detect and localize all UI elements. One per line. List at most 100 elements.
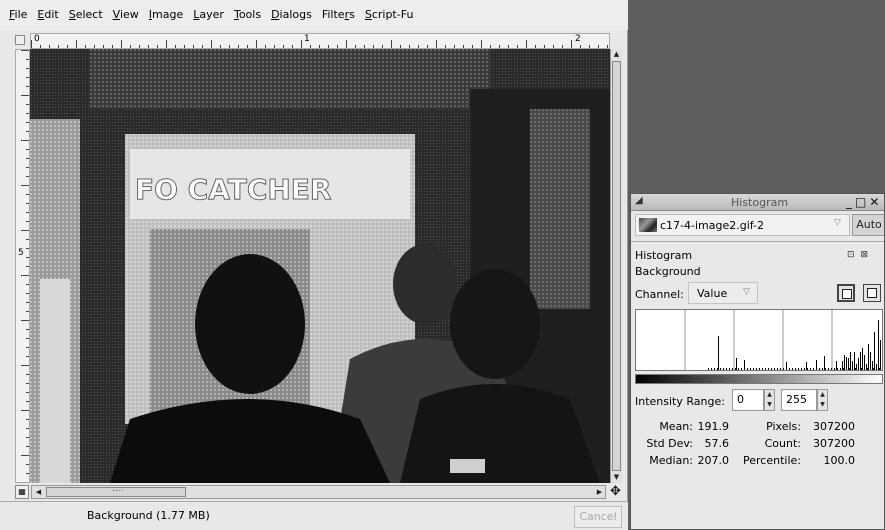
title-bar[interactable]: ◢ Histogram _□✕	[631, 194, 884, 211]
histogram-bar	[735, 368, 736, 370]
median-value: 207.0	[697, 454, 730, 467]
range-low-spinner[interactable]: ▲ ▼	[764, 389, 775, 411]
range-low-input[interactable]: 0	[732, 389, 764, 411]
ruler-tick	[26, 167, 29, 168]
window-title: Histogram	[731, 196, 789, 209]
histogram-bar	[848, 358, 849, 370]
ruler-tick	[139, 45, 140, 48]
menu-scriptfu[interactable]: Script-Fu	[360, 0, 419, 30]
intensity-range-label: Intensity Range:	[635, 395, 725, 408]
image-canvas[interactable]: FO CATCHER	[30, 49, 610, 483]
histogram-bar	[789, 368, 790, 370]
log-histogram-button[interactable]	[863, 284, 881, 302]
scroll-left-arrow-icon[interactable]: ◀	[33, 488, 44, 496]
histogram-bar	[874, 332, 875, 370]
close-tab-icon[interactable]: ⊠	[861, 250, 875, 260]
histogram-bar	[736, 358, 737, 370]
histogram-bar	[880, 340, 881, 370]
scroll-right-arrow-icon[interactable]: ▶	[594, 488, 605, 496]
vertical-scroll-thumb[interactable]	[612, 61, 621, 471]
std-value: 57.6	[704, 437, 730, 450]
ruler-corner-button[interactable]	[15, 35, 25, 45]
window-menu-icon[interactable]: ◢	[635, 195, 643, 206]
count-label: Count:	[764, 437, 801, 450]
ruler-tick	[607, 45, 608, 48]
histogram-bar	[866, 364, 867, 370]
histogram-bar	[714, 368, 715, 370]
histogram-bar	[804, 368, 805, 370]
menu-edit[interactable]: Edit	[32, 0, 63, 30]
histogram-bar	[777, 368, 778, 370]
image-window: File Edit Select View Image Layer Tools Dialogs…	[0, 0, 628, 530]
histogram-bar	[816, 360, 817, 370]
ruler-tick	[580, 45, 581, 48]
histogram-bar	[810, 368, 811, 370]
vertical-ruler[interactable]: 5	[15, 49, 30, 483]
ruler-tick	[26, 212, 29, 213]
linear-histogram-button[interactable]	[837, 284, 855, 302]
menu-view[interactable]: View	[108, 0, 144, 30]
ruler-tick	[26, 473, 29, 474]
ruler-tick	[58, 45, 59, 48]
menu-layer[interactable]: Layer	[188, 0, 229, 30]
menu-filters[interactable]: Filters	[317, 0, 360, 30]
ruler-tick	[265, 45, 266, 48]
vertical-scrollbar[interactable]: ▲ ▼	[610, 49, 622, 483]
horizontal-scrollbar[interactable]: ◀ .... ▶	[31, 484, 606, 499]
percentile-label: Percentile:	[743, 454, 801, 467]
ruler-label: 5	[18, 248, 24, 258]
quick-mask-toggle-icon[interactable]: ▦	[15, 485, 29, 499]
image-thumbnail	[639, 218, 657, 232]
histogram-bar	[873, 368, 874, 370]
auto-button[interactable]: Auto	[852, 214, 884, 236]
histogram-view[interactable]	[635, 309, 883, 371]
menu-tools[interactable]: Tools	[229, 0, 266, 30]
menu-select[interactable]: Select	[64, 0, 108, 30]
histogram-bar	[856, 364, 857, 370]
intensity-gradient[interactable]	[635, 374, 883, 384]
navigate-icon[interactable]: ✥	[610, 484, 621, 500]
minimize-icon[interactable]: _	[846, 195, 855, 209]
histogram-bar	[807, 368, 808, 370]
ruler-tick	[21, 320, 29, 321]
scroll-down-arrow-icon[interactable]: ▼	[611, 473, 622, 481]
ruler-tick	[21, 230, 29, 231]
layer-name: Background	[635, 265, 701, 278]
range-high-input[interactable]: 255	[781, 389, 817, 411]
ruler-tick	[26, 176, 29, 177]
histogram-bar	[870, 352, 871, 370]
channel-select[interactable]: Value ▽	[688, 282, 758, 304]
ruler-tick	[148, 45, 149, 48]
maximize-icon[interactable]: □	[855, 195, 869, 209]
histogram-bar	[879, 368, 880, 370]
cancel-button[interactable]: Cancel	[574, 506, 622, 528]
ruler-tick	[26, 428, 29, 429]
std-label: Std Dev:	[646, 437, 693, 450]
histogram-bar	[813, 368, 814, 370]
histogram-bar	[762, 368, 763, 370]
mean-value: 191.9	[697, 420, 730, 433]
range-high-spinner[interactable]: ▲ ▼	[817, 389, 828, 411]
close-icon[interactable]: ✕	[869, 195, 882, 209]
horizontal-ruler[interactable]: 0 1 2	[30, 33, 610, 49]
histogram-bar	[759, 368, 760, 370]
channel-label: Channel:	[635, 288, 684, 301]
menu-file[interactable]: File	[4, 0, 32, 30]
ruler-tick	[21, 95, 29, 96]
ruler-tick	[26, 356, 29, 357]
scroll-up-arrow-icon[interactable]: ▲	[611, 50, 622, 58]
ruler-tick	[418, 45, 419, 48]
ruler-tick	[364, 45, 365, 48]
histogram-bar	[855, 368, 856, 370]
ruler-tick	[571, 40, 572, 48]
image-selector[interactable]: c17-4-image2.gif-2 ▽	[635, 214, 850, 236]
ruler-tick	[445, 45, 446, 48]
ruler-tick	[553, 45, 554, 48]
menu-dialogs[interactable]: Dialogs	[266, 0, 317, 30]
tab-menu-icon[interactable]: ⊡	[847, 250, 861, 260]
ruler-tick	[301, 40, 302, 48]
status-label: Background (1.77 MB)	[87, 509, 210, 522]
menu-image[interactable]: Image	[144, 0, 188, 30]
ruler-tick	[373, 45, 374, 48]
ruler-tick	[220, 45, 221, 48]
